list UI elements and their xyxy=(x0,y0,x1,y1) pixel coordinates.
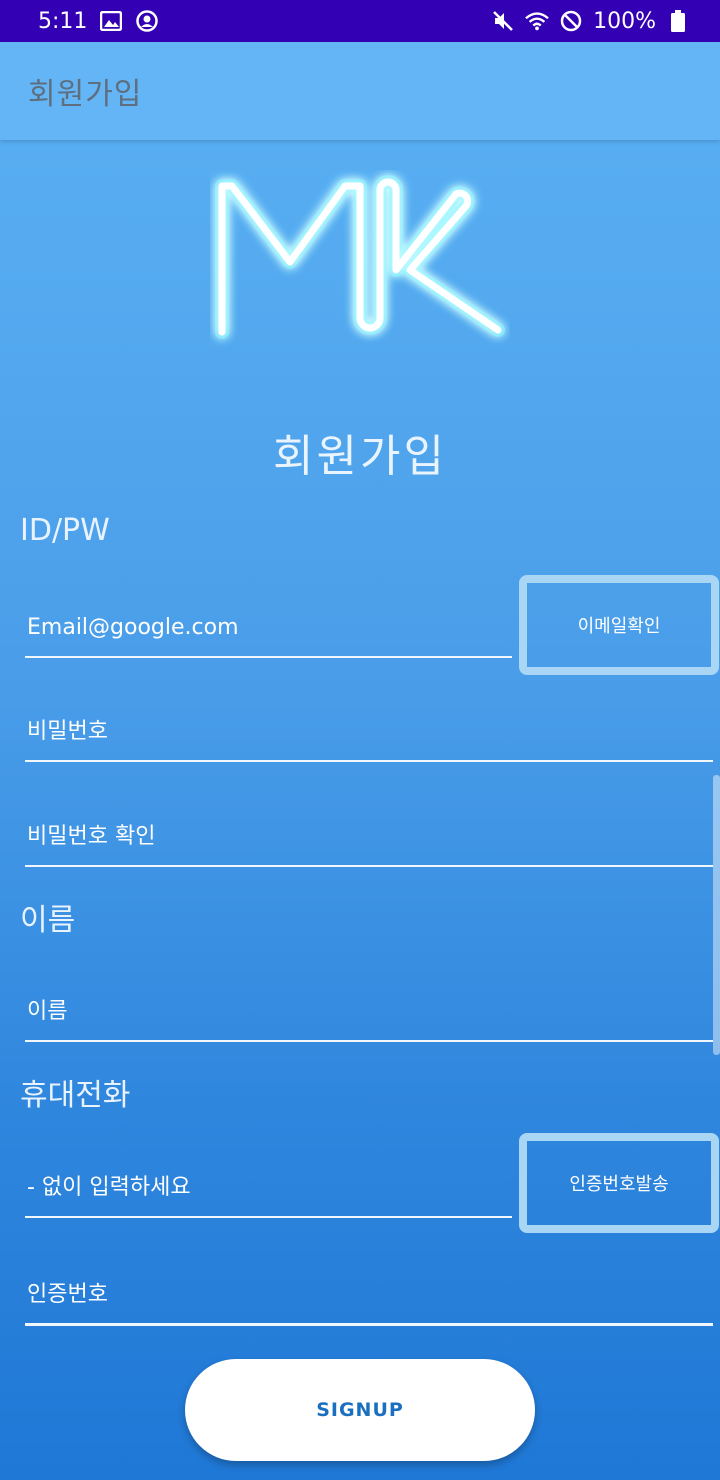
name-input[interactable] xyxy=(27,998,713,1024)
do-not-disturb-icon xyxy=(559,9,583,33)
status-time: 5:11 xyxy=(38,8,88,34)
section-label-name: 이름 xyxy=(20,903,76,938)
password-field[interactable] xyxy=(25,702,713,762)
status-bar: 5:11 100% xyxy=(0,0,720,42)
section-label-phone: 휴대전화 xyxy=(20,1078,131,1113)
page-heading: 회원가입 xyxy=(273,431,447,482)
password-confirm-field[interactable] xyxy=(25,807,713,867)
wifi-icon xyxy=(525,9,549,33)
status-right: 100% xyxy=(491,9,690,34)
email-check-button[interactable]: 이메일확인 xyxy=(519,575,719,675)
email-input[interactable] xyxy=(27,614,512,640)
section-label-idpw: ID/PW xyxy=(20,513,110,548)
auth-code-field[interactable] xyxy=(25,1266,713,1326)
password-input[interactable] xyxy=(27,718,713,744)
app-bar-title: 회원가입 xyxy=(28,77,143,112)
phone-input[interactable] xyxy=(27,1174,512,1200)
battery-icon xyxy=(666,9,690,33)
auth-code-input[interactable] xyxy=(27,1282,713,1307)
app-bar: 회원가입 xyxy=(0,42,720,140)
image-icon xyxy=(99,9,123,33)
send-code-button[interactable]: 인증번호발송 xyxy=(519,1133,719,1233)
password-confirm-input[interactable] xyxy=(27,823,713,849)
mk-logo xyxy=(210,170,510,350)
email-field[interactable] xyxy=(25,598,512,658)
battery-percent: 100% xyxy=(593,8,656,34)
phone-field[interactable] xyxy=(25,1158,512,1218)
status-left: 5:11 xyxy=(38,9,159,34)
scrollbar[interactable] xyxy=(713,775,720,1055)
signup-button[interactable]: SIGNUP xyxy=(185,1359,535,1461)
account-circle-icon xyxy=(135,9,159,33)
mute-icon xyxy=(491,9,515,33)
name-field[interactable] xyxy=(25,982,713,1042)
